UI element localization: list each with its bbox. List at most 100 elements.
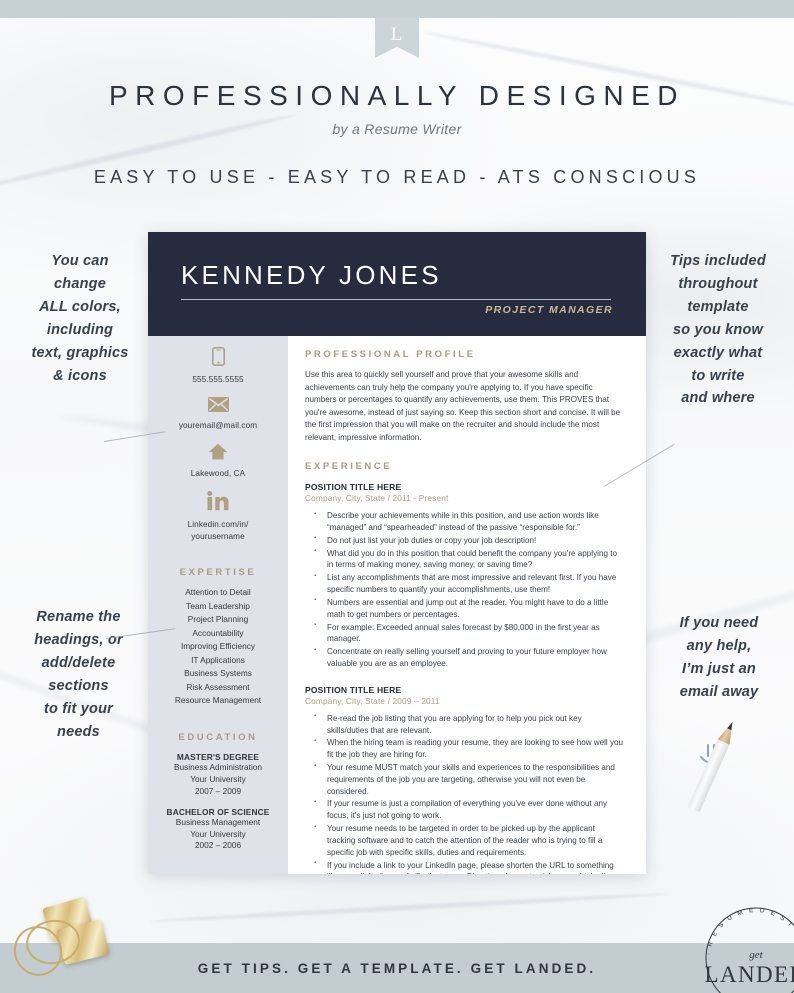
footer-tagline: GET TIPS. GET A TEMPLATE. GET LANDED.	[197, 960, 597, 976]
education-heading: EDUCATION	[178, 732, 258, 744]
contact-linkedin: Linkedin.com/in/ yourusername	[148, 490, 288, 543]
education-entry: MASTER'S DEGREE Business Administration Yo…	[148, 752, 288, 797]
svg-text:· R E S U M E D E S I G N S: · R E S U M E D E S I G N S F O R T H E …	[700, 902, 794, 958]
annotation-line: I’m just an	[682, 660, 756, 677]
annotation-line: You can	[51, 253, 109, 269]
experience-bullet: If your resume is just a compilation of …	[314, 798, 624, 822]
education-entry: BACHELOR OF SCIENCE Business Management Yo…	[148, 807, 288, 852]
experience-list: POSITION TITLE HERE Company, City, State …	[305, 482, 624, 874]
annotation-line: headings, or	[34, 631, 123, 648]
get-landed-stamp: · R E S U M E D E S I G N S F O R T H E …	[700, 902, 794, 993]
education-field: Business Management	[175, 816, 261, 827]
annotation-line: including	[46, 321, 114, 338]
annotation-line: and where	[681, 390, 755, 407]
stamp-outer-text: · R E S U M E D E S I G N S F O R T H E …	[700, 902, 794, 958]
experience-bullet: For example: Exceeded annual sales forec…	[314, 621, 624, 646]
education-years: 2002 – 2006	[194, 840, 242, 851]
annotation-line: throughout	[678, 275, 758, 292]
expertise-item: Business Systems	[184, 668, 252, 679]
expertise-item: Risk Assessment	[186, 681, 250, 692]
resume-preview[interactable]: KENNEDY JONES PROJECT MANAGER 555.555.55…	[148, 232, 646, 874]
annotation-change-colors: You can change ALL colors, including text, g…	[10, 250, 150, 387]
profile-heading: PROFESSIONAL PROFILE	[305, 349, 476, 360]
education-school: Your University	[190, 828, 246, 839]
annotation-line: template	[687, 298, 749, 315]
annotation-email-away: If you need any help, I’m just an email awa…	[648, 612, 790, 704]
experience-bullet: Your resume needs to be targeted in orde…	[314, 823, 624, 858]
experience-bullets: Describe your achievements while in this…	[305, 510, 624, 670]
resume-sidebar: 555.555.5555 youremail@mail.com Lakewood…	[148, 336, 288, 874]
experience-entry: POSITION TITLE HERE Company, City, State …	[305, 482, 624, 670]
education-degree: MASTER'S DEGREE	[176, 752, 260, 763]
education-years: 2007 – 2009	[194, 785, 242, 796]
resume-job-title: PROJECT MANAGER	[485, 304, 613, 316]
expertise-list: Attention to Detail Team Leadership Projec…	[148, 586, 288, 707]
envelope-icon	[148, 396, 288, 416]
education-field: Business Administration	[173, 762, 263, 773]
contact-email-text: youremail@mail.com	[178, 420, 258, 430]
experience-meta: Company, City, State / 2009 – 2011	[305, 695, 440, 706]
page-subtitle: by a Resume Writer	[332, 121, 462, 137]
experience-title: POSITION TITLE HERE	[305, 684, 402, 695]
annotation-line: needs	[57, 723, 100, 740]
annotation-line: to fit your	[43, 700, 114, 717]
contact-location-text: Lakewood, CA	[190, 468, 246, 478]
expertise-item: Attention to Detail	[185, 587, 251, 598]
feature-tagline: EASY TO USE - EASY TO READ - ATS CONSCIO…	[93, 167, 701, 187]
experience-meta: Company, City, State / 2011 - Present	[305, 493, 449, 504]
experience-bullet: Do not just list your job duties or copy…	[314, 534, 624, 547]
annotation-line: change	[54, 275, 106, 292]
contact-linkedin-line1: Linkedin.com/in/	[187, 519, 249, 529]
experience-bullet: Concentrate on really selling yourself a…	[314, 646, 624, 670]
experience-bullets: Re-read the job listing that you are app…	[305, 712, 624, 874]
contact-location: Lakewood, CA	[148, 443, 288, 480]
expertise-item: Improving Efficiency	[180, 641, 256, 652]
phone-icon	[148, 347, 288, 370]
experience-bullet: Your resume MUST match your skills and e…	[314, 761, 624, 797]
page-title: PROFESSIONALLY DESIGNED	[108, 80, 686, 111]
contact-phone: 555.555.5555	[148, 347, 288, 386]
brand-ribbon-logo: L	[375, 18, 419, 58]
education-school: Your University	[190, 774, 246, 785]
experience-bullet: What did you do in this position that co…	[314, 547, 624, 572]
experience-bullet: Describe your achievements while in this…	[314, 510, 624, 534]
expertise-item: IT Applications	[191, 654, 245, 665]
experience-heading: EXPERIENCE	[305, 461, 393, 473]
education-degree: BACHELOR OF SCIENCE	[166, 806, 270, 817]
marble-vein	[150, 891, 670, 924]
experience-bullet: Re-read the job listing that you are app…	[314, 712, 624, 737]
expertise-item: Team Leadership	[186, 600, 250, 611]
home-icon	[148, 443, 288, 464]
stamp-script-word: get	[749, 949, 763, 961]
expertise-section: EXPERTISE Attention to Detail Team Leader…	[148, 567, 288, 707]
name-divider	[181, 299, 611, 300]
contact-linkedin-line2: yourusername	[191, 531, 245, 541]
contact-phone-text: 555.555.5555	[192, 375, 244, 384]
linkedin-icon	[148, 490, 288, 515]
annotation-line: & icons	[53, 367, 107, 384]
education-section: EDUCATION MASTER'S DEGREE Business Admini…	[148, 732, 288, 852]
education-list: MASTER'S DEGREE Business Administration Yo…	[148, 752, 288, 852]
experience-bullet: List any accomplishments that are most i…	[314, 572, 624, 596]
experience-entry: POSITION TITLE HERE Company, City, State …	[305, 685, 624, 874]
annotation-line: If you need	[679, 615, 759, 631]
profile-body: Use this area to quickly sell yourself a…	[305, 370, 621, 442]
annotation-line: exactly what	[673, 344, 763, 361]
ribbon-letter: L	[390, 24, 404, 45]
experience-bullet: If you include a link to your LinkedIn p…	[314, 859, 624, 874]
annotation-line: add/delete	[41, 654, 116, 671]
annotation-line: Tips included	[670, 253, 766, 269]
expertise-item: Resource Management	[174, 694, 262, 705]
annotation-line: so you know	[672, 321, 763, 338]
experience-bullet: When the hiring team is reading your res…	[314, 737, 624, 761]
annotation-tips-included: Tips included throughout template so you kn…	[644, 250, 792, 410]
annotation-line: ALL colors,	[39, 298, 121, 315]
annotation-line: any help,	[686, 637, 752, 654]
stamp-main-word: LANDED	[705, 962, 794, 987]
annotation-line: Rename the	[36, 609, 121, 625]
expertise-heading: EXPERTISE	[179, 567, 257, 579]
listing-image: L PROFESSIONALLY DESIGNED by a Resume Wr…	[0, 0, 794, 993]
annotation-rename-headings: Rename the headings, or add/delete sections…	[6, 606, 151, 743]
annotation-line: sections	[48, 677, 109, 694]
resume-name: KENNEDY JONES	[181, 260, 442, 290]
